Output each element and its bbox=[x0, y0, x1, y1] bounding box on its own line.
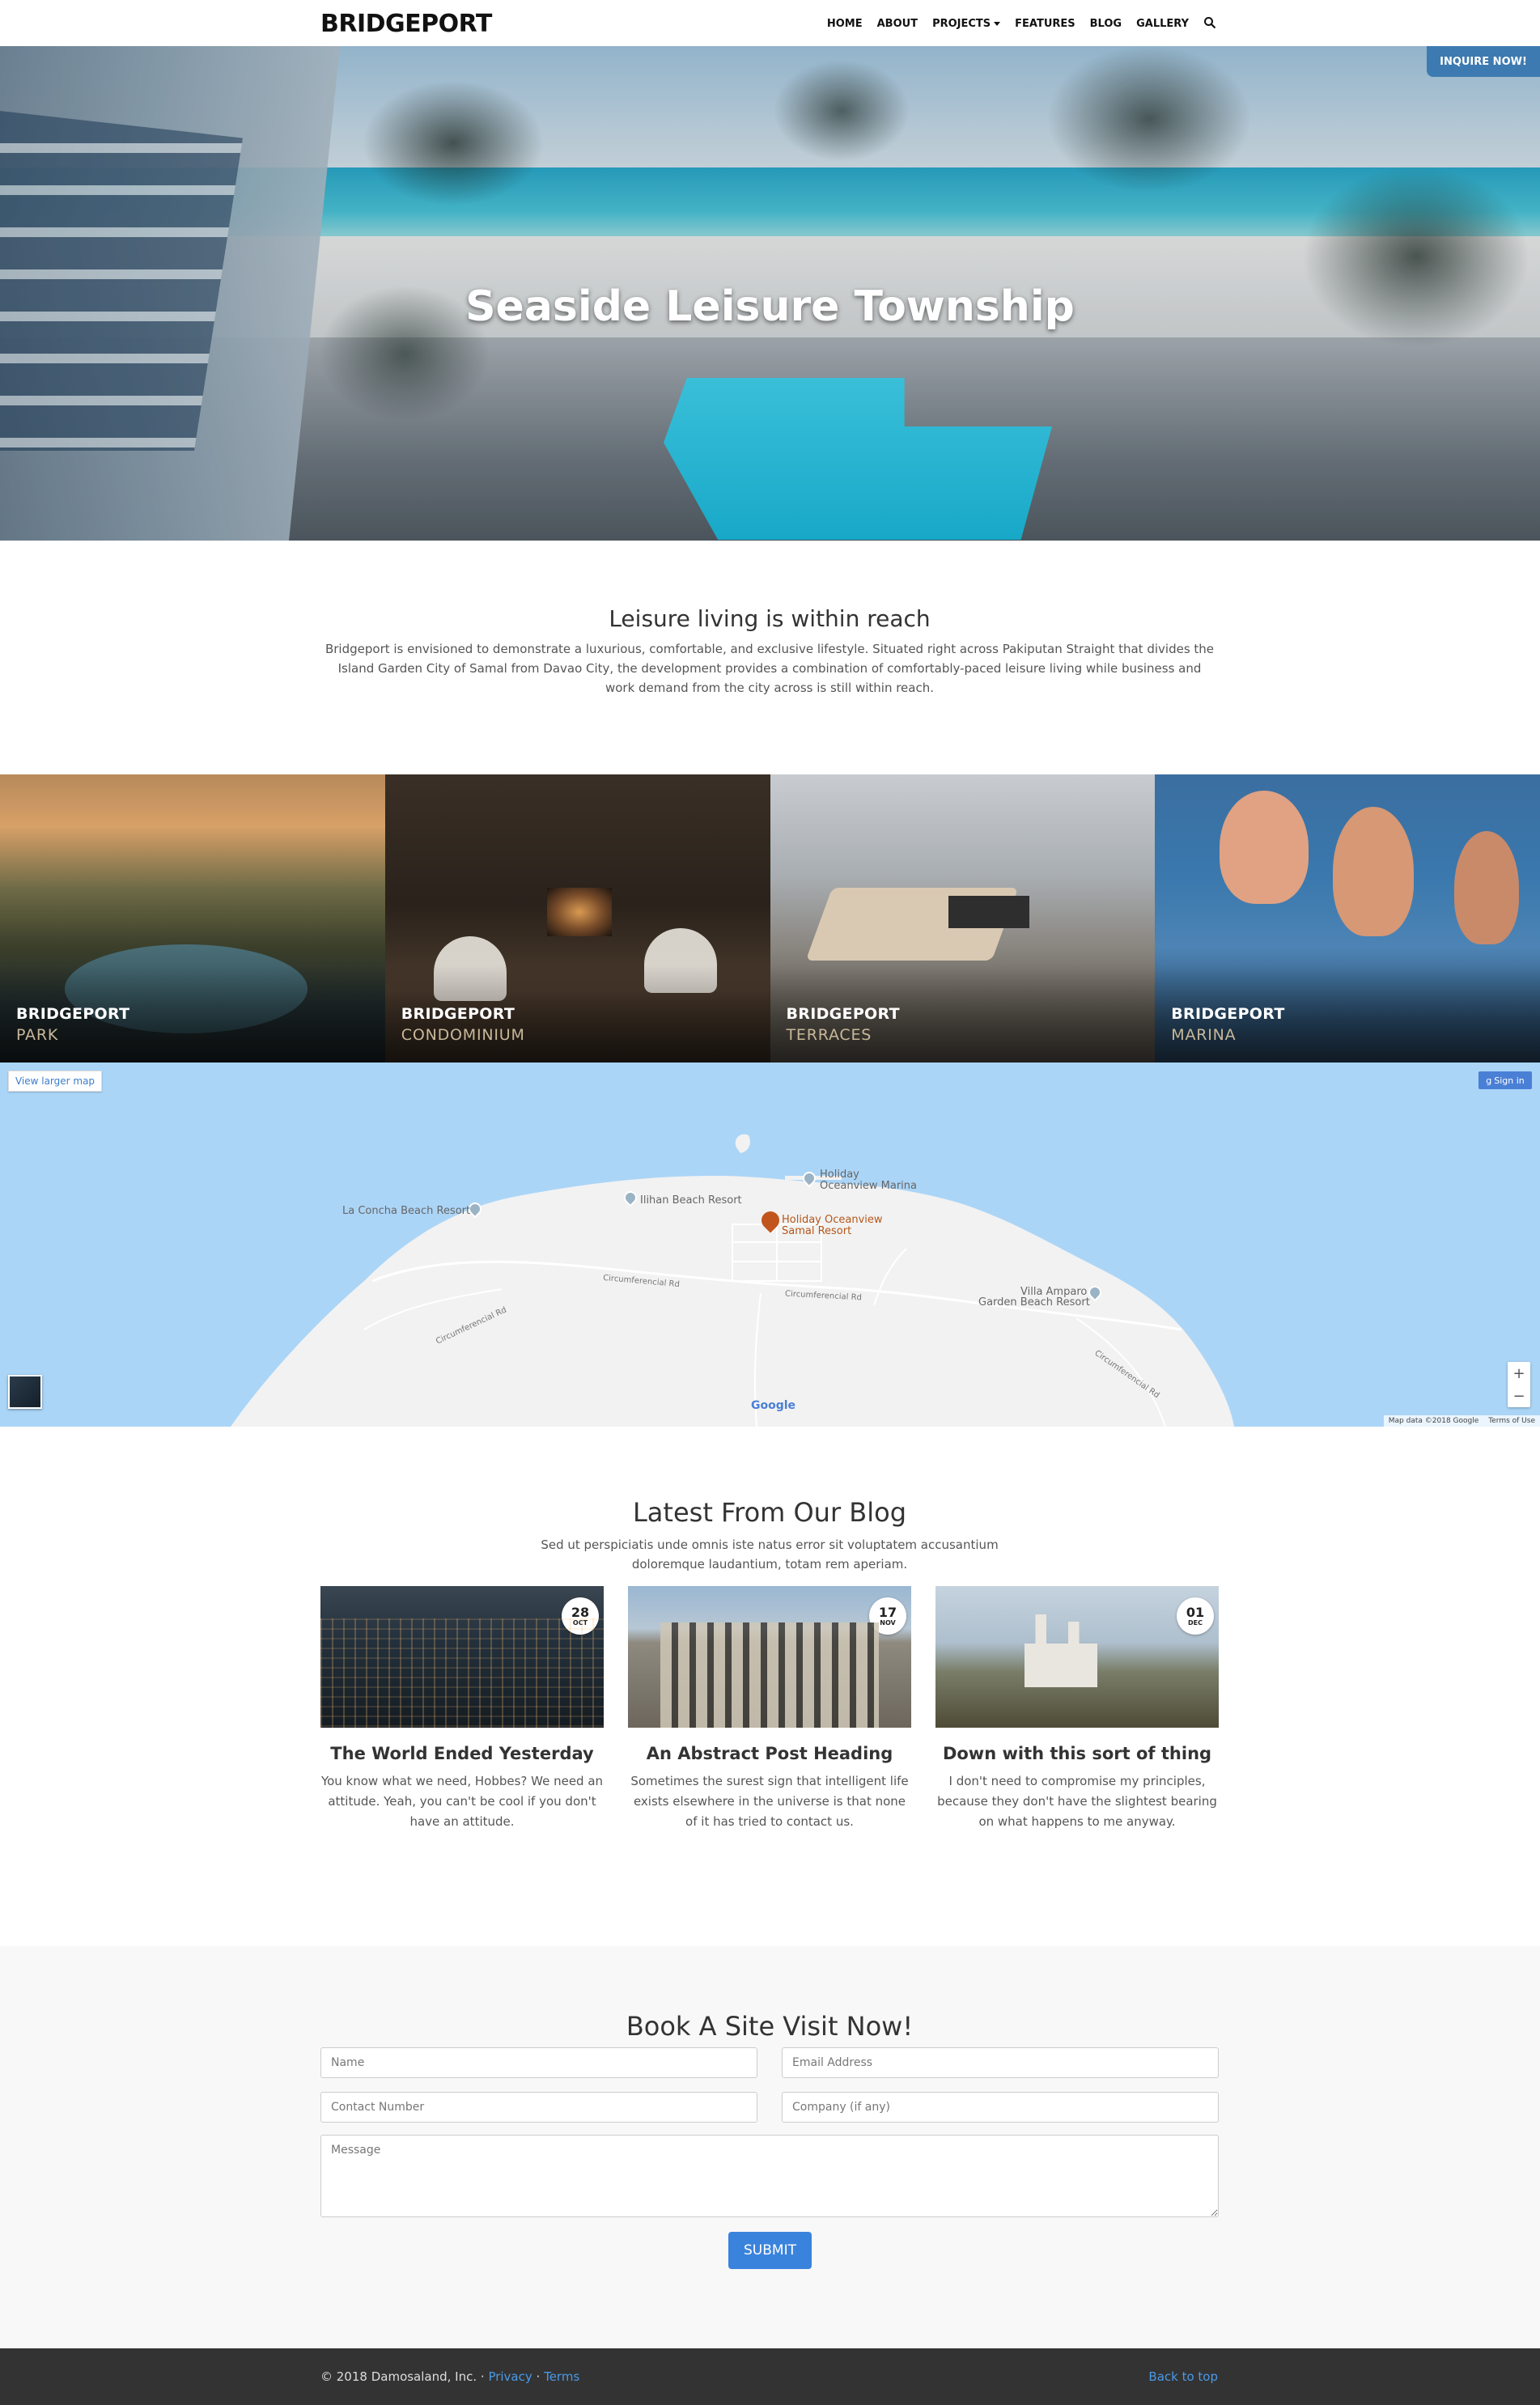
hero-title: Seaside Leisure Township bbox=[465, 282, 1075, 331]
search-icon[interactable] bbox=[1203, 16, 1218, 31]
projects-grid: BRIDGEPORT PARK BRIDGEPORT CONDOMINIUM B… bbox=[0, 774, 1540, 1063]
project-card-marina[interactable]: BRIDGEPORT MARINA bbox=[1155, 774, 1540, 1063]
project-card-condominium[interactable]: BRIDGEPORT CONDOMINIUM bbox=[384, 774, 770, 1063]
nav-projects[interactable]: PROJECTS bbox=[932, 17, 1001, 30]
terms-link[interactable]: Terms bbox=[544, 2369, 579, 2384]
google-logo: Google bbox=[751, 1399, 796, 1412]
google-plus-icon: g bbox=[1486, 1075, 1492, 1086]
project-image bbox=[546, 888, 612, 936]
date-badge: 17 NOV bbox=[869, 1597, 906, 1635]
blog-image[interactable]: 01 DEC bbox=[935, 1586, 1219, 1728]
project-subtitle: TERRACES bbox=[786, 1026, 872, 1044]
sign-in-label: Sign in bbox=[1494, 1075, 1525, 1086]
project-card-park[interactable]: BRIDGEPORT PARK bbox=[0, 774, 385, 1063]
name-field[interactable] bbox=[320, 2047, 757, 2078]
submit-button[interactable]: SUBMIT bbox=[728, 2232, 812, 2269]
date-day: 17 bbox=[878, 1604, 897, 1620]
main-nav: HOME ABOUT PROJECTS FEATURES BLOG GALLER… bbox=[827, 16, 1218, 31]
blog-card[interactable]: 28 OCT The World Ended Yesterday You kno… bbox=[320, 1586, 604, 1832]
blog-section-subtitle: Sed ut perspiciatis unde omnis iste natu… bbox=[541, 1538, 999, 1572]
map-label-ilihan: Ilihan Beach Resort bbox=[640, 1194, 742, 1207]
date-month: OCT bbox=[572, 1618, 588, 1627]
project-title: BRIDGEPORT bbox=[16, 1005, 130, 1023]
date-badge: 28 OCT bbox=[562, 1597, 599, 1635]
blog-excerpt: I don't need to compromise my principles… bbox=[937, 1774, 1217, 1829]
project-title: BRIDGEPORT bbox=[1171, 1005, 1285, 1023]
map-label-samal-2: Samal Resort bbox=[782, 1225, 852, 1237]
date-month: DEC bbox=[1188, 1618, 1203, 1627]
map-zoom-control: + − bbox=[1508, 1362, 1530, 1407]
back-to-top-link[interactable]: Back to top bbox=[1148, 2369, 1218, 2384]
project-title: BRIDGEPORT bbox=[401, 1005, 515, 1023]
nav-blog[interactable]: BLOG bbox=[1090, 18, 1122, 30]
map-label-la-concha: La Concha Beach Resort bbox=[342, 1205, 471, 1217]
blog-section-title: Latest From Our Blog bbox=[632, 1497, 907, 1528]
nav-projects-label: PROJECTS bbox=[932, 17, 991, 30]
blog-card[interactable]: 01 DEC Down with this sort of thing I do… bbox=[935, 1586, 1219, 1832]
intro-text: Bridgeport is envisioned to demonstrate … bbox=[325, 642, 1215, 695]
blog-heading[interactable]: The World Ended Yesterday bbox=[320, 1744, 604, 1763]
project-title: BRIDGEPORT bbox=[786, 1005, 900, 1023]
copyright-text: © 2018 Damosaland, Inc. · bbox=[320, 2369, 485, 2384]
book-visit-section: Book A Site Visit Now! SUBMIT bbox=[0, 1946, 1540, 2348]
blog-excerpt: Sometimes the surest sign that intellige… bbox=[630, 1774, 909, 1829]
project-subtitle: MARINA bbox=[1171, 1026, 1237, 1044]
blog-heading[interactable]: Down with this sort of thing bbox=[935, 1744, 1219, 1763]
inquire-now-button[interactable]: INQUIRE NOW! bbox=[1427, 46, 1540, 77]
nav-features[interactable]: FEATURES bbox=[1015, 18, 1075, 30]
project-image-child bbox=[1454, 831, 1520, 944]
footer-left: © 2018 Damosaland, Inc. · Privacy · Term… bbox=[320, 2369, 579, 2384]
project-image-child bbox=[1333, 807, 1415, 936]
map-land bbox=[231, 1134, 1234, 1427]
map-terms-link[interactable]: Terms of Use bbox=[1488, 1417, 1535, 1425]
map-label-marina-1: Holiday bbox=[820, 1169, 859, 1181]
contact-number-field[interactable] bbox=[320, 2092, 757, 2123]
nav-gallery[interactable]: GALLERY bbox=[1136, 18, 1189, 30]
map-label-villa-2: Garden Beach Resort bbox=[978, 1296, 1090, 1309]
navbar: BRIDGEPORT HOME ABOUT PROJECTS FEATURES … bbox=[0, 0, 1540, 46]
intro-title: Leisure living is within reach bbox=[609, 605, 931, 632]
hero-carousel[interactable]: Seaside Leisure Township bbox=[0, 46, 1540, 541]
privacy-link[interactable]: Privacy bbox=[488, 2369, 532, 2384]
date-badge: 01 DEC bbox=[1177, 1597, 1214, 1635]
blog-image[interactable]: 28 OCT bbox=[320, 1586, 604, 1728]
blog-excerpt: You know what we need, Hobbes? We need a… bbox=[320, 1774, 604, 1829]
footer-separator: · bbox=[536, 2369, 541, 2384]
date-month: NOV bbox=[880, 1618, 896, 1627]
blog-image[interactable]: 17 NOV bbox=[628, 1586, 911, 1728]
zoom-out-button[interactable]: − bbox=[1512, 1388, 1525, 1405]
view-larger-map-link[interactable]: View larger map bbox=[8, 1071, 102, 1092]
map-sign-in-button[interactable]: g Sign in bbox=[1478, 1071, 1532, 1089]
zoom-in-button[interactable]: + bbox=[1512, 1365, 1525, 1382]
email-field[interactable] bbox=[782, 2047, 1219, 2078]
map-satellite-toggle[interactable] bbox=[8, 1375, 42, 1409]
caret-down-icon bbox=[994, 21, 1001, 26]
map-data-text: Map data ©2018 Google bbox=[1388, 1417, 1479, 1425]
date-day: 28 bbox=[571, 1604, 590, 1620]
embedded-map[interactable]: View larger map g Sign in La Concha Beach… bbox=[0, 1063, 1540, 1427]
project-subtitle: CONDOMINIUM bbox=[401, 1026, 525, 1044]
book-visit-title: Book A Site Visit Now! bbox=[626, 2011, 914, 2042]
nav-home[interactable]: HOME bbox=[827, 18, 863, 30]
nav-about[interactable]: ABOUT bbox=[877, 18, 918, 30]
footer-right: Back to top bbox=[1148, 2369, 1218, 2384]
date-day: 01 bbox=[1186, 1604, 1205, 1620]
message-field[interactable] bbox=[320, 2135, 1219, 2217]
project-image-table bbox=[948, 896, 1029, 928]
footer: © 2018 Damosaland, Inc. · Privacy · Term… bbox=[0, 2348, 1540, 2405]
project-subtitle: PARK bbox=[16, 1026, 59, 1044]
map-label-samal-1: Holiday Oceanview bbox=[782, 1214, 883, 1226]
project-card-terraces[interactable]: BRIDGEPORT TERRACES bbox=[770, 774, 1156, 1063]
blog-heading[interactable]: An Abstract Post Heading bbox=[628, 1744, 911, 1763]
blog-card[interactable]: 17 NOV An Abstract Post Heading Sometime… bbox=[628, 1586, 911, 1832]
brand-logo[interactable]: BRIDGEPORT bbox=[320, 10, 492, 38]
map-label-marina-2: Oceanview Marina bbox=[820, 1180, 917, 1192]
project-image-child bbox=[1220, 791, 1309, 904]
map-attribution: Map data ©2018 Google Terms of Use bbox=[1383, 1415, 1540, 1427]
company-field[interactable] bbox=[782, 2092, 1219, 2123]
